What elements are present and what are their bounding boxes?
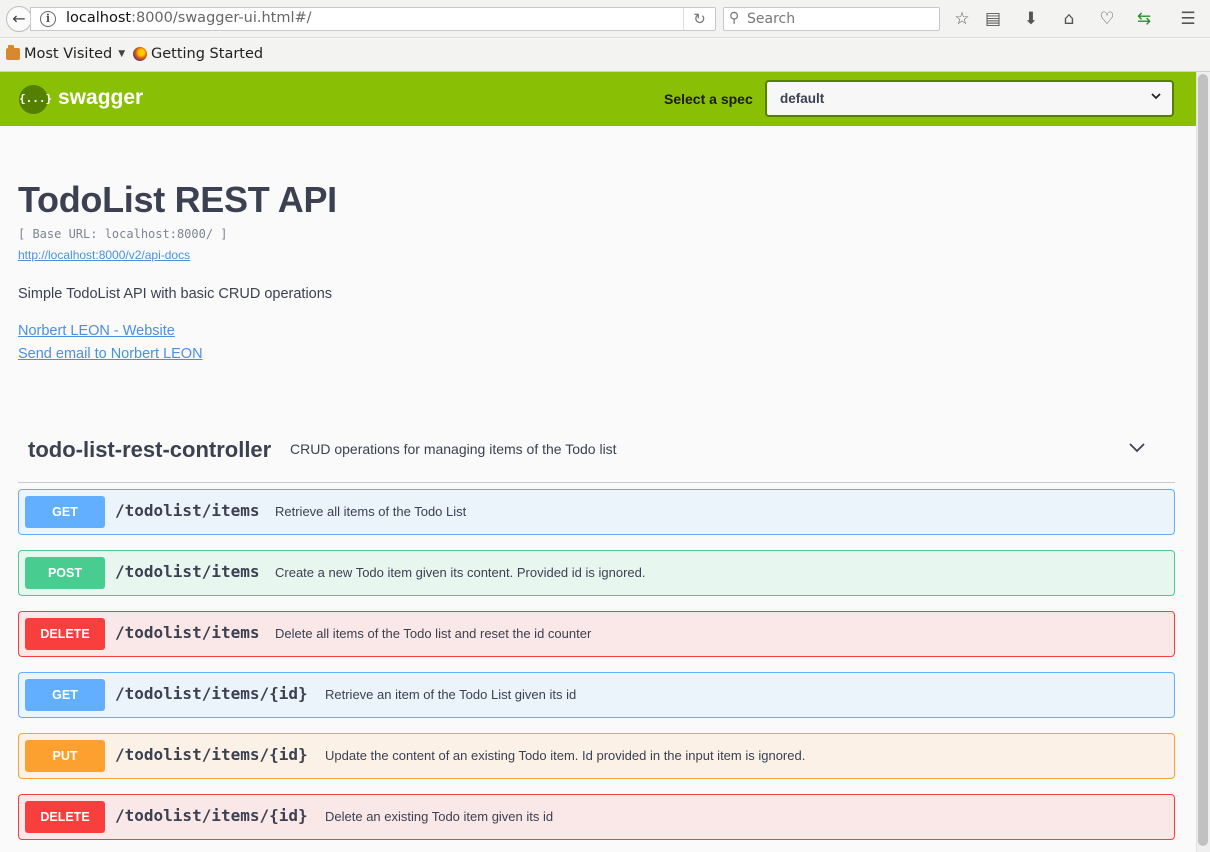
bookmark-most-visited[interactable]: Most Visited ▼	[6, 45, 126, 62]
api-docs-link[interactable]: http://localhost:8000/v2/api-docs	[18, 248, 190, 262]
operation-path: /todolist/items	[115, 623, 260, 642]
operation-path: /todolist/items/{id}	[115, 806, 308, 825]
back-arrow-icon[interactable]: ←	[6, 6, 32, 32]
reload-icon[interactable]: ↻	[683, 8, 715, 30]
operation-summary: Retrieve all items of the Todo List	[275, 504, 467, 519]
bookmark-getting-started[interactable]: Getting Started	[133, 46, 263, 62]
search-bar[interactable]: ⚲	[723, 7, 940, 31]
url-path: :8000/swagger-ui.html#/	[131, 10, 312, 26]
operation-delete-items[interactable]: DELETE /todolist/items Delete all items …	[18, 611, 1175, 657]
tag-name: todo-list-rest-controller	[28, 437, 272, 462]
downloads-icon[interactable]: ⬇	[1018, 7, 1044, 31]
method-badge: POST	[25, 557, 105, 589]
chevron-down-icon	[1151, 93, 1161, 100]
spec-select-label: Select a spec	[664, 91, 753, 107]
page-title: TodoList REST API	[18, 179, 337, 220]
chevron-down-icon[interactable]	[1128, 441, 1146, 455]
tag-header[interactable]: todo-list-rest-controller CRUD operation…	[18, 424, 1175, 483]
operation-path: /todolist/items	[115, 501, 260, 520]
operation-delete-item-by-id[interactable]: DELETE /todolist/items/{id} Delete an ex…	[18, 794, 1175, 840]
home-icon[interactable]: ⌂	[1056, 7, 1082, 31]
method-badge: DELETE	[25, 801, 105, 833]
operation-put-item-by-id[interactable]: PUT /todolist/items/{id} Update the cont…	[18, 733, 1175, 779]
operation-path: /todolist/items/{id}	[115, 684, 308, 703]
operation-summary: Delete an existing Todo item given its i…	[325, 809, 554, 824]
method-badge: GET	[25, 496, 105, 528]
reading-list-icon[interactable]: ▤	[980, 7, 1006, 31]
bookmark-label: Getting Started	[151, 46, 264, 62]
operation-path: /todolist/items	[115, 562, 260, 581]
bookmark-star-icon[interactable]: ☆	[949, 7, 975, 31]
operation-get-item-by-id[interactable]: GET /todolist/items/{id} Retrieve an ite…	[18, 672, 1175, 718]
folder-icon	[6, 45, 20, 60]
menu-icon[interactable]: ☰	[1175, 7, 1201, 31]
operation-summary: Retrieve an item of the Todo List given …	[325, 687, 577, 702]
method-badge: GET	[25, 679, 105, 711]
search-input[interactable]	[747, 9, 935, 29]
sync-arrows-icon[interactable]: ⇆	[1131, 7, 1157, 31]
swagger-logo-text[interactable]: swagger	[58, 86, 143, 110]
browser-toolbar: ← i localhost:8000/swagger-ui.html#/ ↻ ⚲…	[0, 0, 1210, 38]
operation-path: /todolist/items/{id}	[115, 745, 308, 764]
base-url: [ Base URL: localhost:8000/ ]	[18, 227, 228, 241]
info-icon[interactable]: i	[40, 11, 56, 27]
operation-summary: Create a new Todo item given its content…	[275, 565, 646, 580]
url-bar[interactable]: i localhost:8000/swagger-ui.html#/ ↻	[30, 7, 716, 31]
contact-email-link[interactable]: Send email to Norbert LEON	[18, 346, 203, 362]
bookmark-label: Most Visited	[24, 46, 113, 62]
scrollbar-thumb[interactable]	[1198, 74, 1208, 846]
pocket-icon[interactable]: ♡	[1094, 7, 1120, 31]
operation-summary: Delete all items of the Todo list and re…	[275, 626, 592, 641]
firefox-icon	[133, 47, 147, 61]
swagger-topbar: {...} swagger Select a spec default	[0, 72, 1196, 126]
bookmarks-toolbar: Most Visited ▼ Getting Started	[0, 39, 1210, 72]
operation-get-items[interactable]: GET /todolist/items Retrieve all items o…	[18, 489, 1175, 535]
url-host: localhost	[66, 10, 132, 26]
search-icon: ⚲	[729, 10, 740, 26]
operation-post-items[interactable]: POST /todolist/items Create a new Todo i…	[18, 550, 1175, 596]
method-badge: PUT	[25, 740, 105, 772]
operation-summary: Update the content of an existing Todo i…	[325, 748, 806, 763]
spec-select-value: default	[780, 91, 825, 106]
api-description: Simple TodoList API with basic CRUD oper…	[18, 286, 333, 302]
contact-website-link[interactable]: Norbert LEON - Website	[18, 323, 175, 339]
method-badge: DELETE	[25, 618, 105, 650]
swagger-logo-icon[interactable]: {...}	[19, 85, 52, 114]
dropdown-caret-icon: ▼	[118, 49, 126, 59]
tag-description: CRUD operations for managing items of th…	[290, 441, 617, 457]
spec-select[interactable]: default	[765, 80, 1174, 117]
url-text[interactable]: localhost:8000/swagger-ui.html#/	[66, 10, 312, 26]
